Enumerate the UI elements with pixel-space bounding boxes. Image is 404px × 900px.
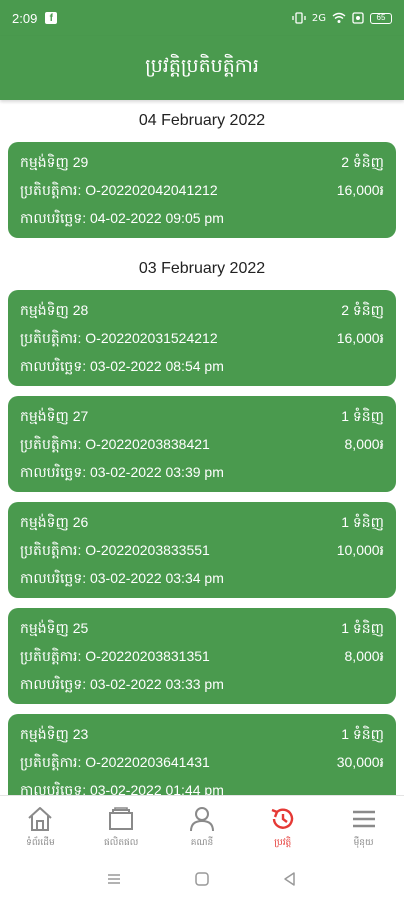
order-title: កម្មង់ទិញ 28 — [20, 301, 89, 318]
order-date: កាលបរិច្ឆេទ: 03-02-2022 01:44 pm — [20, 781, 224, 796]
order-card[interactable]: កម្មង់ទិញ 26 1 ទំនិញ ប្រតិបត្តិការ: O-20… — [8, 502, 396, 598]
order-title: កម្មង់ទិញ 25 — [20, 619, 89, 636]
nav-history-label: ប្រវត្តិ — [274, 837, 292, 848]
order-date: កាលបរិច្ឆេទ: 03-02-2022 03:39 pm — [20, 463, 224, 480]
order-amount: 16,000៛ — [336, 329, 384, 346]
order-card[interactable]: កម្មង់ទិញ 29 2 ទំនិញ ប្រតិបត្តិការ: O-20… — [8, 142, 396, 238]
order-amount: 16,000៛ — [336, 181, 384, 198]
order-transaction-id: ប្រតិបត្តិការ: O-20220203641431 — [20, 753, 210, 770]
nav-account[interactable]: គណនី — [162, 796, 243, 857]
nav-menu-label: ម៉ឺនុយ — [353, 837, 374, 848]
system-navigation-bar — [0, 857, 404, 900]
order-date: កាលបរិច្ឆេទ: 03-02-2022 08:54 pm — [20, 357, 224, 374]
date-header: 03 February 2022 — [138, 260, 266, 277]
page-title: ប្រវត្តិប្រតិបត្តិការ — [145, 55, 259, 77]
order-transaction-id: ប្រតិបត្តិការ: O-20220203831351 — [20, 647, 210, 664]
order-item-count: 2 ទំនិញ — [341, 301, 384, 318]
order-card[interactable]: កម្មង់ទិញ 25 1 ទំនិញ ប្រតិបត្តិការ: O-20… — [8, 608, 396, 704]
nav-products[interactable]: ផលិតផល — [81, 796, 162, 857]
order-title: កម្មង់ទិញ 29 — [20, 153, 89, 170]
vibrate-icon — [292, 12, 306, 24]
order-item-count: 1 ទំនិញ — [341, 513, 384, 530]
account-icon — [189, 806, 214, 831]
app-header: ប្រវត្តិប្រតិបត្តិការ — [0, 36, 404, 100]
status-icons: 2G 65 — [292, 12, 392, 24]
order-card[interactable]: កម្មង់ទិញ 23 1 ទំនិញ ប្រតិបត្តិការ: O-20… — [8, 714, 396, 795]
order-transaction-id: ប្រតិបត្តិការ: O-20220203838421 — [20, 435, 210, 452]
products-icon — [109, 806, 134, 830]
order-amount: 8,000៛ — [344, 647, 384, 664]
home-button-icon[interactable] — [193, 870, 211, 888]
order-title: កម្មង់ទិញ 27 — [20, 407, 89, 424]
screen-record-icon — [352, 12, 364, 24]
history-icon — [271, 808, 293, 829]
nav-account-label: គណនី — [190, 837, 214, 848]
date-header: 04 February 2022 — [138, 112, 266, 129]
network-type: 2G — [311, 12, 326, 24]
nav-products-label: ផលិតផល — [104, 837, 139, 848]
menu-icon — [352, 810, 375, 827]
nav-home[interactable]: ទំព័រដើម — [0, 796, 81, 857]
order-transaction-id: ប្រតិបត្តិការ: O-202202042041212 — [20, 181, 218, 198]
order-title: កម្មង់ទិញ 23 — [20, 725, 89, 742]
order-card[interactable]: កម្មង់ទិញ 27 1 ទំនិញ ប្រតិបត្តិការ: O-20… — [8, 396, 396, 492]
status-bar: 2:09 f 2G 65 — [0, 0, 404, 36]
facebook-notification-icon: f — [45, 12, 58, 24]
order-amount: 10,000៛ — [336, 541, 384, 558]
home-icon — [28, 806, 53, 831]
order-item-count: 1 ទំនិញ — [341, 619, 384, 636]
transaction-list[interactable]: 04 February 2022 កម្មង់ទិញ 29 2 ទំនិញ ប្… — [0, 100, 404, 795]
bottom-navigation: ទំព័រដើម ផលិតផល គណនី ប្រវត្តិ ម៉ឺនុយ — [0, 795, 404, 857]
order-item-count: 1 ទំនិញ — [341, 407, 384, 424]
order-item-count: 2 ទំនិញ — [341, 153, 384, 170]
order-transaction-id: ប្រតិបត្តិការ: O-202202031524212 — [20, 329, 218, 346]
order-date: កាលបរិច្ឆេទ: 03-02-2022 03:34 pm — [20, 569, 224, 586]
order-date: កាលបរិច្ឆេទ: 04-02-2022 09:05 pm — [20, 209, 224, 226]
nav-home-label: ទំព័រដើម — [26, 837, 55, 848]
order-amount: 8,000៛ — [344, 435, 384, 452]
status-time: 2:09 — [12, 10, 38, 26]
wifi-icon — [332, 12, 346, 23]
recent-apps-icon[interactable] — [105, 870, 123, 888]
order-transaction-id: ប្រតិបត្តិការ: O-20220203833551 — [20, 541, 210, 558]
nav-menu[interactable]: ម៉ឺនុយ — [323, 796, 404, 857]
order-item-count: 1 ទំនិញ — [341, 725, 384, 742]
order-date: កាលបរិច្ឆេទ: 03-02-2022 03:33 pm — [20, 675, 224, 692]
battery-icon: 65 — [370, 12, 392, 24]
back-icon[interactable] — [281, 870, 299, 888]
order-card[interactable]: កម្មង់ទិញ 28 2 ទំនិញ ប្រតិបត្តិការ: O-20… — [8, 290, 396, 386]
order-amount: 30,000៛ — [336, 753, 384, 770]
nav-history[interactable]: ប្រវត្តិ — [242, 796, 323, 857]
order-title: កម្មង់ទិញ 26 — [20, 513, 89, 530]
